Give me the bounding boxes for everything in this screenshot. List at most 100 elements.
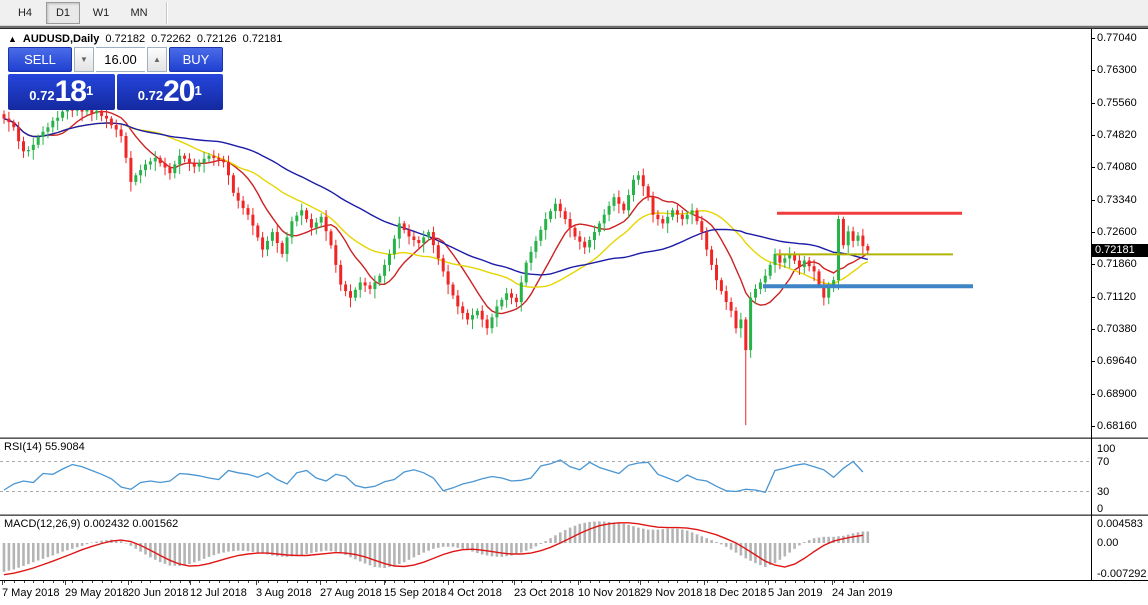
candle-body: [857, 236, 860, 241]
date-major-tick: [514, 581, 515, 585]
price-axis-label: 0.76300: [1097, 64, 1137, 76]
buy-button[interactable]: BUY: [169, 47, 223, 72]
candle-body: [408, 230, 411, 237]
date-minor-tick: [326, 581, 327, 583]
candle-body: [149, 161, 152, 164]
date-minor-tick: [277, 581, 278, 583]
timeframe-button-d1[interactable]: D1: [46, 2, 80, 24]
candle-body: [139, 170, 142, 175]
price-axis-tick: [1091, 361, 1095, 362]
candle-body: [46, 127, 49, 131]
date-minor-tick: [258, 581, 259, 583]
date-minor-tick: [736, 581, 737, 583]
candle-body: [129, 158, 132, 182]
date-axis[interactable]: 7 May 201829 May 201820 Jun 201812 Jul 2…: [0, 580, 1148, 605]
candle-body: [632, 180, 635, 195]
candle-body: [203, 159, 206, 163]
candle-body: [530, 252, 533, 263]
candle-body: [427, 232, 430, 237]
date-minor-tick: [521, 581, 522, 583]
chevron-up-icon: ▲: [153, 55, 161, 64]
volume-decrease-button[interactable]: ▼: [74, 47, 94, 72]
date-minor-tick: [560, 581, 561, 583]
date-minor-tick: [424, 581, 425, 583]
price-axis-label: 0.72600: [1097, 226, 1137, 238]
candle-body: [735, 311, 738, 329]
candle-body: [90, 110, 93, 114]
candle-body: [398, 223, 401, 238]
date-minor-tick: [209, 581, 210, 583]
date-minor-tick: [463, 581, 464, 583]
candle-body: [159, 158, 162, 163]
candle-body: [803, 261, 806, 268]
candle-body: [320, 217, 323, 223]
rsi-axis-label: 100: [1097, 443, 1115, 455]
candle-body: [866, 246, 869, 250]
candle-body: [212, 156, 215, 158]
candle-body: [27, 150, 30, 151]
buy-price-quote[interactable]: 0.72201: [117, 74, 224, 110]
candle-body: [583, 242, 586, 248]
volume-input[interactable]: [96, 47, 145, 72]
macd-indicator-panel: MACD(12,26,9) 0.002432 0.001562: [0, 516, 1091, 579]
date-minor-tick: [180, 581, 181, 583]
date-axis-label: 10 Nov 2018: [578, 587, 640, 599]
price-axis-tick: [1091, 394, 1095, 395]
date-minor-tick: [453, 581, 454, 583]
toolbar-separator: [166, 2, 168, 24]
candle-body: [461, 306, 464, 313]
date-major-tick: [65, 581, 66, 585]
candle-body: [100, 111, 103, 116]
date-minor-tick: [580, 581, 581, 583]
candle-body: [486, 320, 489, 329]
date-minor-tick: [433, 581, 434, 583]
candle-body: [208, 156, 211, 159]
date-major-tick: [832, 581, 833, 585]
candle-body: [495, 306, 498, 317]
price-axis-tick: [1091, 297, 1095, 298]
date-minor-tick: [375, 581, 376, 583]
sell-price-pips: 18: [55, 77, 86, 107]
candle-body: [627, 195, 630, 210]
date-axis-label: 29 Nov 2018: [640, 587, 702, 599]
candle-body: [588, 240, 591, 247]
date-minor-tick: [677, 581, 678, 583]
candle-body: [51, 121, 54, 128]
medium-ma: [4, 119, 868, 288]
timeframe-button-w1[interactable]: W1: [84, 2, 118, 24]
candle-body: [578, 237, 581, 242]
candle-body: [525, 263, 528, 283]
date-minor-tick: [824, 581, 825, 583]
candle-body: [251, 215, 254, 226]
date-minor-tick: [843, 581, 844, 583]
candle-body: [178, 156, 181, 165]
candle-body: [42, 132, 45, 137]
date-minor-tick: [355, 581, 356, 583]
candle-body: [110, 119, 113, 126]
rsi-canvas[interactable]: [0, 439, 1091, 514]
volume-increase-button[interactable]: ▲: [147, 47, 167, 72]
date-minor-tick: [287, 581, 288, 583]
macd-axis-label: 0.004583: [1097, 518, 1143, 530]
ohlc-open: 0.72182: [105, 33, 145, 45]
date-minor-tick: [43, 581, 44, 583]
candle-body: [617, 197, 620, 204]
sell-button[interactable]: SELL: [8, 47, 72, 72]
candle-body: [764, 276, 767, 283]
candle-body: [739, 320, 742, 329]
timeframe-button-h4[interactable]: H4: [8, 2, 42, 24]
timeframe-button-mn[interactable]: MN: [122, 2, 156, 24]
candle-body: [534, 241, 537, 252]
candle-body: [61, 112, 64, 118]
date-minor-tick: [4, 581, 5, 583]
sell-price-quote[interactable]: 0.72181: [8, 74, 115, 110]
date-minor-tick: [590, 581, 591, 583]
date-axis-label: 27 Aug 2018: [320, 587, 382, 599]
candle-body: [310, 219, 313, 228]
candle-body: [7, 119, 10, 123]
candle-body: [564, 211, 567, 219]
price-axis-label: 0.77040: [1097, 32, 1137, 44]
collapse-triangle-icon[interactable]: ▲: [8, 34, 17, 44]
date-major-tick: [640, 581, 641, 585]
candle-body: [300, 210, 303, 215]
